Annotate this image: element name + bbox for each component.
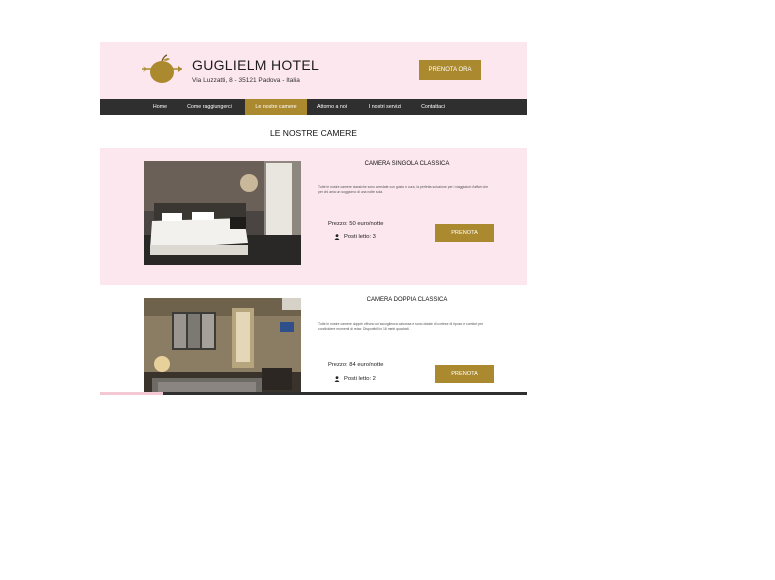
book-room-button[interactable]: PRENOTA [435,365,494,383]
room-name: CAMERA DOPPIA CLASSICA [366,297,448,303]
nav-item-attorno-a-noi[interactable]: Attorno a noi [312,99,352,115]
book-now-button[interactable]: PRENOTA ORA [419,60,481,80]
nav-item-le-nostre-camere[interactable]: Le nostre camere [245,99,307,115]
bottom-divider-accent [100,392,163,395]
person-icon [334,376,340,382]
room-photo[interactable] [144,298,301,395]
room-card: CAMERA DOPPIA CLASSICA Tutte le nostre c… [100,285,527,395]
person-icon [334,234,340,240]
nav-item-come-raggiungerci[interactable]: Come raggiungerci [181,99,238,115]
room-card: CAMERA SINGOLA CLASSICA Tutte le nostre … [100,148,527,285]
nav-item-i-nostri-servizi[interactable]: I nostri servizi [362,99,408,115]
book-room-button[interactable]: PRENOTA [435,224,494,242]
room-price: Prezzo: 50 euro/notte [328,221,384,227]
room-photo[interactable] [144,161,301,265]
hotel-page: GUGLIELM HOTEL Via Luzzatti, 8 - 35121 P… [100,42,527,395]
header: GUGLIELM HOTEL Via Luzzatti, 8 - 35121 P… [100,42,527,99]
hotel-address: Via Luzzatti, 8 - 35121 Padova - Italia [192,77,300,84]
room-beds: Posti letto: 2 [334,376,376,382]
main-nav: Home Come raggiungerci Le nostre camere … [100,99,527,115]
nav-item-home[interactable]: Home [145,99,175,115]
nav-item-contattaci[interactable]: Contattaci [415,99,451,115]
section-title: LE NOSTRE CAMERE [270,128,357,138]
room-beds-label: Posti letto: 3 [344,234,376,240]
room-description: Tutte le nostre camere classiche sono ar… [318,185,489,194]
bottom-divider [100,392,527,395]
room-beds: Posti letto: 3 [334,234,376,240]
room-description: Tutte le nostre camere doppie offrono un… [318,322,484,331]
room-name: CAMERA SINGOLA CLASSICA [364,161,450,167]
room-beds-label: Posti letto: 2 [344,376,376,382]
apple-arrow-logo[interactable] [142,54,182,86]
hotel-title: GUGLIELM HOTEL [192,57,320,73]
room-price: Prezzo: 84 euro/notte [328,362,384,368]
